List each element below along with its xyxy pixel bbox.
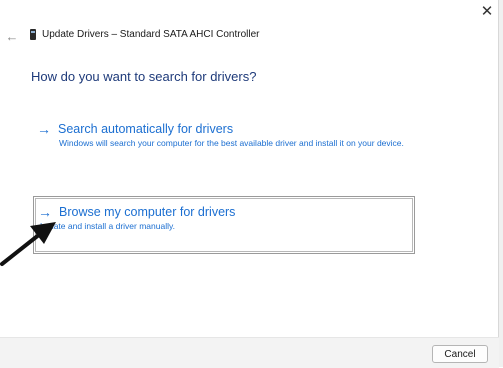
- window-edge: [498, 0, 503, 367]
- option-header: → Search automatically for drivers: [37, 122, 411, 136]
- pointer-arrow-icon: [0, 222, 56, 266]
- cancel-button[interactable]: Cancel: [432, 345, 488, 363]
- device-icon: [30, 29, 36, 40]
- option-title: Browse my computer for drivers: [59, 205, 236, 219]
- back-button[interactable]: ←: [5, 28, 19, 44]
- option-title: Search automatically for drivers: [58, 122, 234, 136]
- browse-computer-option[interactable]: → Browse my computer for drivers Locate …: [33, 196, 415, 254]
- option-description: Locate and install a driver manually.: [40, 221, 175, 231]
- option-header: → Browse my computer for drivers: [38, 205, 410, 219]
- option-description: Windows will search your computer for th…: [59, 138, 404, 148]
- search-automatically-option[interactable]: → Search automatically for drivers Windo…: [33, 118, 415, 166]
- dialog-title: Update Drivers – Standard SATA AHCI Cont…: [30, 29, 260, 40]
- dialog-title-text: Update Drivers – Standard SATA AHCI Cont…: [42, 29, 260, 40]
- close-icon: ✕: [480, 3, 494, 20]
- close-button[interactable]: ✕: [477, 2, 497, 20]
- back-arrow-icon: ←: [5, 28, 19, 44]
- page-heading: How do you want to search for drivers?: [31, 69, 257, 84]
- dialog-footer: Cancel: [0, 337, 499, 368]
- arrow-right-icon: →: [37, 121, 51, 137]
